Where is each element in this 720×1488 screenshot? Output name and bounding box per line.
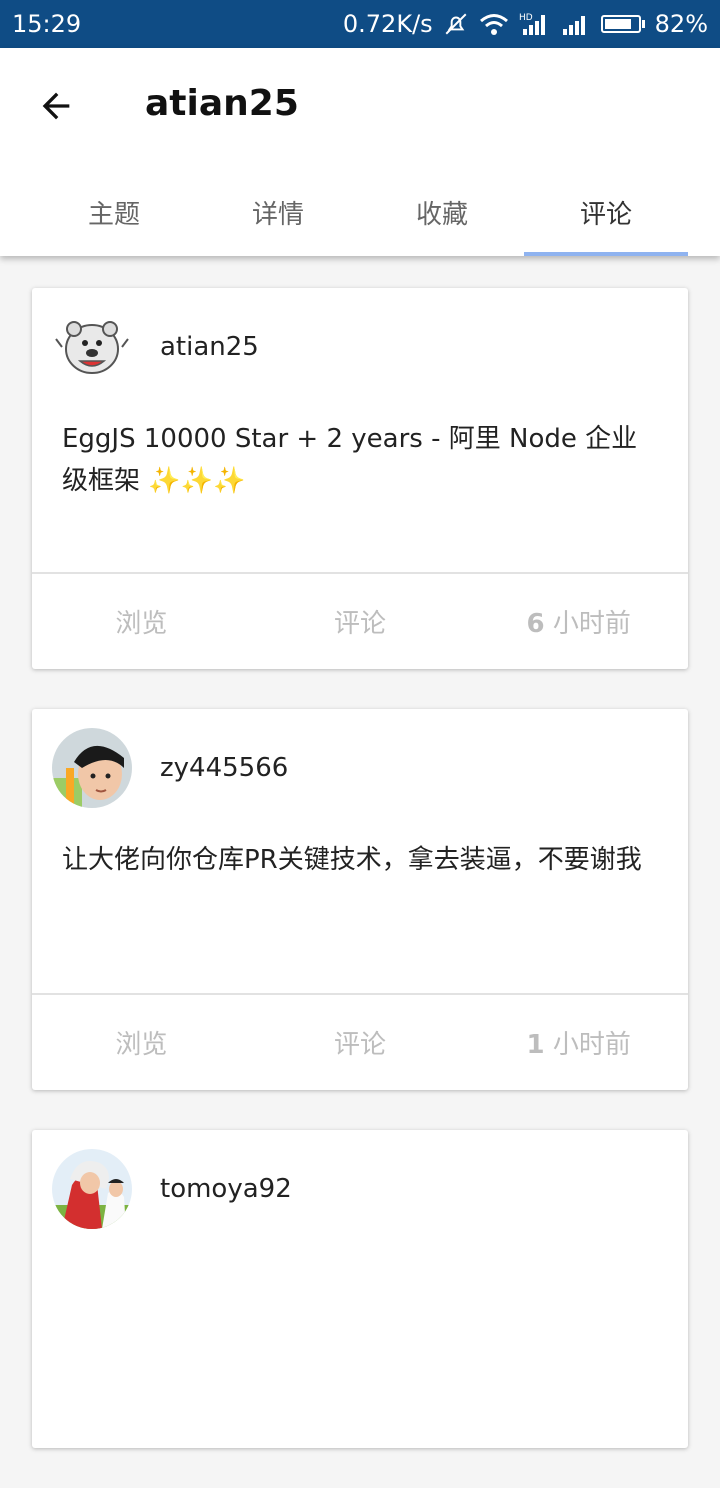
username[interactable]: tomoya92 bbox=[160, 1174, 292, 1204]
timestamp: 6 小时前 bbox=[469, 603, 688, 640]
status-time: 15:29 bbox=[12, 10, 82, 38]
tab-details[interactable]: 详情 bbox=[196, 168, 360, 256]
list-item[interactable]: tomoya92 bbox=[32, 1130, 688, 1448]
card-footer: 浏览 评论 1 小时前 bbox=[32, 995, 688, 1090]
card-content: 让大佬向你仓库PR关键技术，拿去装逼，不要谢我 bbox=[62, 845, 642, 875]
tab-label: 收藏 bbox=[415, 199, 468, 230]
timestamp: 1 小时前 bbox=[469, 1024, 688, 1061]
status-bar: 15:29 0.72K/s HD 82% bbox=[0, 0, 720, 48]
avatar[interactable] bbox=[52, 728, 132, 808]
avatar[interactable] bbox=[52, 1149, 132, 1229]
comment-feed: atian25 EggJS 10000 Star + 2 years - 阿里 … bbox=[32, 288, 688, 1488]
card-content: EggJS 10000 Star + 2 years - 阿里 Node 企业级… bbox=[62, 424, 638, 496]
time-number: 1 bbox=[526, 1030, 545, 1060]
tab-label: 主题 bbox=[87, 199, 140, 230]
status-icons: 0.72K/s HD 82% bbox=[343, 10, 708, 38]
wifi-icon bbox=[479, 12, 509, 36]
battery-level-fill bbox=[604, 19, 631, 29]
tab-comments[interactable]: 评论 bbox=[524, 168, 688, 256]
views-button[interactable]: 浏览 bbox=[32, 603, 251, 640]
back-button[interactable] bbox=[28, 78, 84, 134]
tab-topics[interactable]: 主题 bbox=[32, 168, 196, 256]
svg-text:HD: HD bbox=[519, 13, 533, 23]
mute-bell-icon bbox=[443, 11, 469, 37]
comments-button[interactable]: 评论 bbox=[251, 1024, 470, 1061]
battery-icon bbox=[600, 15, 645, 33]
tab-label: 评论 bbox=[579, 199, 632, 230]
tab-label: 详情 bbox=[251, 199, 304, 230]
card-header: zy445566 bbox=[32, 709, 688, 827]
comments-button[interactable]: 评论 bbox=[251, 603, 470, 640]
battery-percent: 82% bbox=[654, 10, 708, 38]
views-button[interactable]: 浏览 bbox=[32, 1024, 251, 1061]
username[interactable]: zy445566 bbox=[160, 753, 288, 783]
arrow-left-icon bbox=[42, 92, 70, 120]
avatar[interactable] bbox=[52, 307, 132, 387]
card-header: atian25 bbox=[32, 288, 688, 406]
signal-icon bbox=[561, 12, 591, 36]
time-unit: 小时前 bbox=[552, 1030, 631, 1060]
time-number: 6 bbox=[526, 609, 545, 639]
tab-favorites[interactable]: 收藏 bbox=[360, 168, 524, 256]
app-bar: atian25 主题 详情 收藏 评论 bbox=[0, 48, 720, 256]
card-footer: 浏览 评论 6 小时前 bbox=[32, 574, 688, 669]
page-title: atian25 bbox=[145, 83, 299, 124]
list-item[interactable]: zy445566 让大佬向你仓库PR关键技术，拿去装逼，不要谢我 浏览 评论 1… bbox=[32, 709, 688, 1090]
time-unit: 小时前 bbox=[552, 609, 631, 639]
hd-signal-icon: HD bbox=[519, 11, 551, 37]
list-item[interactable]: atian25 EggJS 10000 Star + 2 years - 阿里 … bbox=[32, 288, 688, 669]
tab-bar: 主题 详情 收藏 评论 bbox=[32, 168, 688, 256]
card-header: tomoya92 bbox=[32, 1130, 688, 1248]
username[interactable]: atian25 bbox=[160, 332, 259, 362]
net-speed: 0.72K/s bbox=[342, 10, 433, 38]
